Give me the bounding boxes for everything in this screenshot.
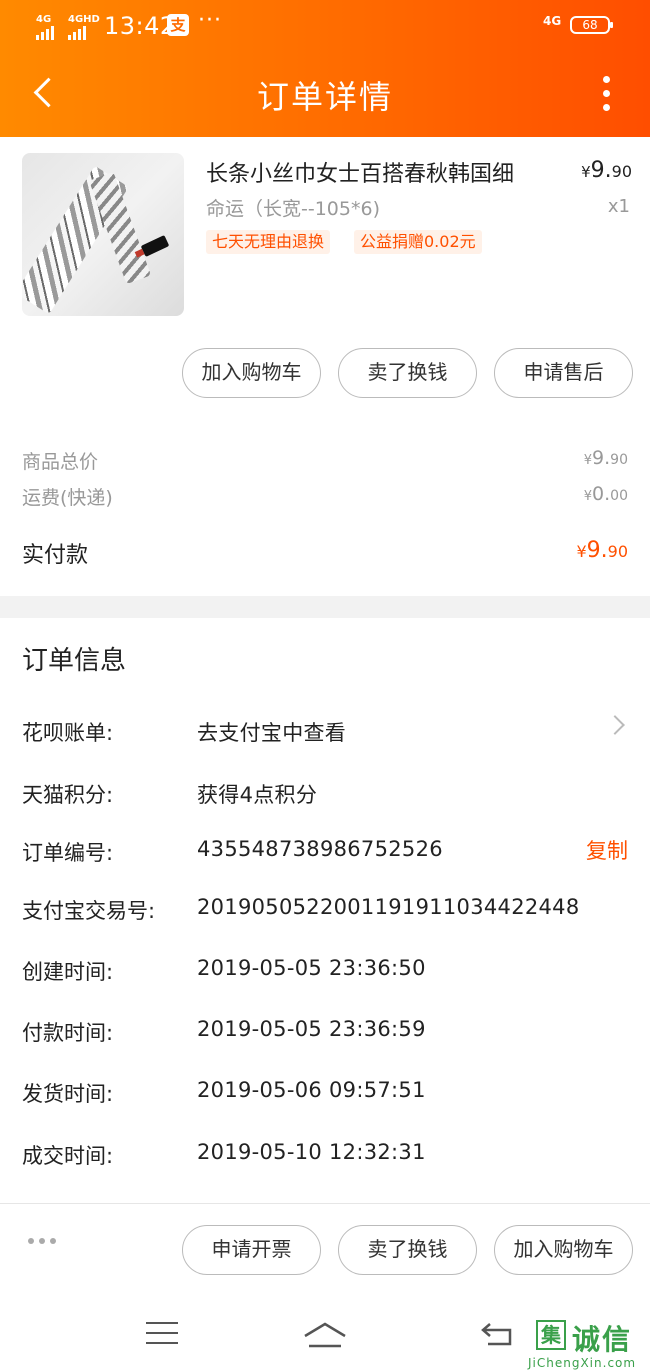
completed-time-label: 成交时间: <box>22 1144 114 1168</box>
battery-icon: 68 <box>570 16 613 34</box>
add-to-cart-button[interactable]: 加入购物车 <box>182 348 321 398</box>
paid-label: 实付款 <box>22 543 89 568</box>
created-time-value: 2019-05-05 23:36:50 <box>197 956 426 980</box>
subtotal-label: 商品总价 <box>22 451 99 473</box>
alipay-trade-label: 支付宝交易号: <box>22 899 156 923</box>
chevron-right-icon[interactable] <box>605 715 625 735</box>
order-info-title: 订单信息 <box>22 646 127 676</box>
subtotal-value: ¥9.90 <box>583 447 628 469</box>
created-time-label: 创建时间: <box>22 960 114 984</box>
shipped-time-label: 发货时间: <box>22 1082 114 1106</box>
more-notifications-icon: ··· <box>198 8 222 33</box>
alipay-notification-icon: 支 <box>167 14 189 36</box>
resell-button-bottom[interactable]: 卖了换钱 <box>338 1225 477 1275</box>
menu-icon[interactable] <box>146 1322 178 1346</box>
page-title: 订单详情 <box>256 78 393 116</box>
section-divider <box>0 596 650 618</box>
product-image[interactable] <box>22 153 184 316</box>
more-actions-icon[interactable] <box>28 1238 56 1244</box>
paid-time-label: 付款时间: <box>22 1021 114 1045</box>
order-number-value: 435548738986752526 <box>197 837 443 861</box>
vertical-dots-icon <box>602 76 610 83</box>
points-value: 获得4点积分 <box>197 783 318 807</box>
product-quantity: x1 <box>607 196 630 217</box>
clock: 13:42 <box>104 12 176 40</box>
shipping-value: ¥0.00 <box>583 483 628 505</box>
shipped-time-value: 2019-05-06 09:57:51 <box>197 1078 426 1102</box>
resell-button[interactable]: 卖了换钱 <box>338 348 477 398</box>
product-spec: 命运（长宽--105*6) <box>206 198 380 220</box>
return-icon[interactable] <box>478 1320 514 1348</box>
signal-2-icon: 4GHD <box>68 14 100 40</box>
header: 4G 4GHD 13:42 支 ··· 4G 68 订单详情 <box>0 0 650 137</box>
after-sales-button[interactable]: 申请售后 <box>494 348 633 398</box>
huabei-link[interactable]: 去支付宝中查看 <box>197 717 346 747</box>
network-icon: 4G <box>543 14 562 28</box>
return-policy-tag: 七天无理由退换 <box>206 230 331 254</box>
completed-time-value: 2019-05-10 12:32:31 <box>197 1140 426 1164</box>
product-price: ¥9.90 <box>581 158 632 183</box>
copy-button[interactable]: 复制 <box>586 835 628 865</box>
paid-value: ¥9.90 <box>576 538 628 563</box>
watermark-logo: 集 诚信 JiChengXin.com <box>528 1318 650 1372</box>
more-options-button[interactable] <box>596 76 616 116</box>
bottom-divider <box>0 1203 650 1204</box>
add-to-cart-button-bottom[interactable]: 加入购物车 <box>494 1225 633 1275</box>
request-invoice-button[interactable]: 申请开票 <box>182 1225 321 1275</box>
paid-time-value: 2019-05-05 23:36:59 <box>197 1017 426 1041</box>
alipay-trade-value: 2019050522001191911034422448 <box>197 895 580 919</box>
product-name[interactable]: 长条小丝巾女士百搭春秋韩国细 <box>206 156 514 188</box>
signal-1-icon: 4G <box>36 14 54 40</box>
huabei-label: 花呗账单: <box>22 721 114 745</box>
home-icon[interactable] <box>303 1318 347 1350</box>
points-label: 天猫积分: <box>22 783 114 807</box>
charity-tag: 公益捐赠0.02元 <box>354 230 482 254</box>
shipping-label: 运费(快递) <box>22 487 113 509</box>
status-bar: 4G 4GHD 13:42 支 ··· 4G 68 <box>0 0 650 52</box>
order-number-label: 订单编号: <box>22 841 114 865</box>
